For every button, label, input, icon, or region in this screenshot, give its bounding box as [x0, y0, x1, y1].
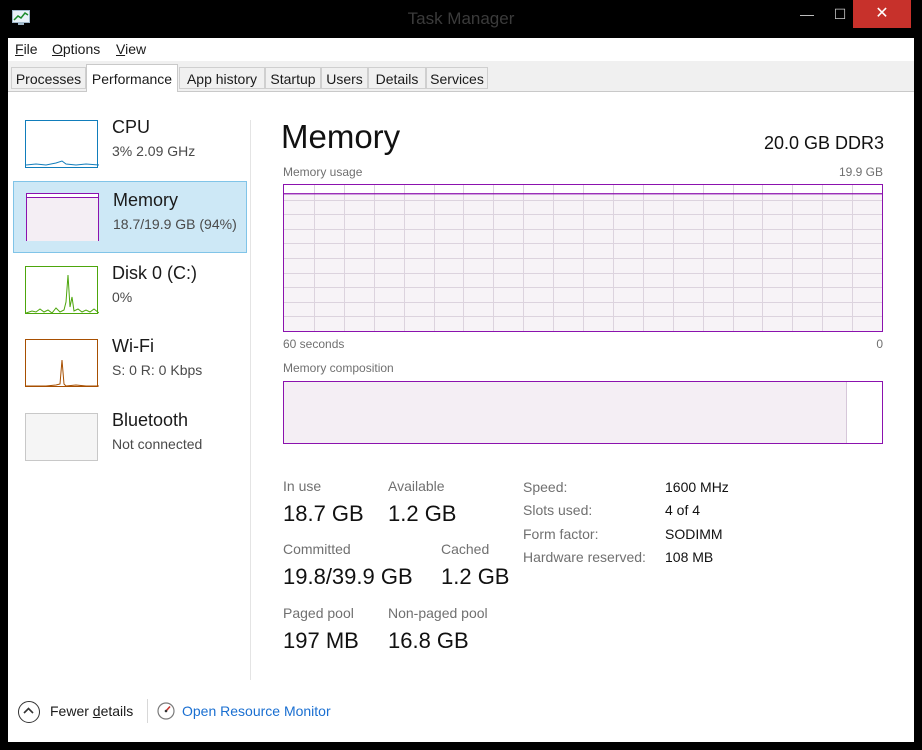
prop-form-factor-value: SODIMM: [665, 526, 723, 542]
prop-form-factor-label: Form factor:: [523, 526, 599, 542]
prop-slots-value: 4 of 4: [665, 502, 701, 518]
composition-label: Memory composition: [283, 361, 394, 375]
memory-mini-graph: [26, 193, 99, 241]
menu-bar: File Options View: [8, 38, 914, 61]
disk-mini-graph: [25, 266, 99, 314]
sidebar-item-title: Wi-Fi: [112, 336, 154, 356]
footer-separator: [147, 699, 148, 723]
tab-details[interactable]: Details: [368, 67, 426, 89]
prop-speed-value: 1600 MHz: [665, 479, 729, 495]
usage-graph-label: Memory usage: [283, 165, 363, 179]
sidebar-item-cpu[interactable]: CPU 3% 2.09 GHz: [13, 109, 247, 181]
memory-usage-grid: [284, 185, 882, 331]
menu-file[interactable]: File: [15, 41, 38, 57]
sidebar-item-subtitle: Not connected: [112, 436, 203, 452]
stat-paged-pool-label: Paged pool: [283, 605, 354, 621]
cpu-mini-graph: [25, 120, 99, 168]
usage-graph-max: 19.9 GB: [838, 165, 883, 179]
sidebar-item-memory[interactable]: Memory 18.7/19.9 GB (94%): [13, 181, 247, 253]
stat-in-use-value: 18.7 GB: [283, 501, 364, 526]
bluetooth-mini-graph: [25, 413, 98, 461]
stat-in-use-label: In use: [283, 478, 322, 494]
prop-hw-reserved-value: 108 MB: [665, 549, 714, 565]
stat-available-label: Available: [388, 478, 445, 494]
stat-available-value: 1.2 GB: [388, 501, 457, 526]
resource-monitor-icon: [157, 702, 175, 720]
time-axis-label: 60 seconds: [283, 337, 345, 351]
open-resource-monitor-link[interactable]: Open Resource Monitor: [182, 703, 331, 719]
menu-view[interactable]: View: [116, 41, 146, 57]
stat-cached-label: Cached: [441, 541, 490, 557]
memory-composition-bar: [283, 381, 883, 444]
stat-committed-label: Committed: [283, 541, 351, 557]
time-axis-min: 0: [876, 337, 883, 351]
stat-cached-value: 1.2 GB: [441, 564, 510, 589]
sidebar-item-wifi[interactable]: Wi-Fi S: 0 R: 0 Kbps: [13, 328, 247, 400]
sidebar-item-title: Bluetooth: [112, 410, 189, 430]
sidebar-item-title: Disk 0 (C:): [112, 263, 197, 283]
stat-paged-pool-value: 197 MB: [283, 628, 359, 653]
prop-hw-reserved-label: Hardware reserved:: [523, 549, 646, 565]
page-title: Memory: [281, 118, 401, 155]
tab-strip: Processes Performance App history Startu…: [8, 61, 914, 92]
sidebar-item-disk[interactable]: Disk 0 (C:) 0%: [13, 255, 247, 327]
maximize-button[interactable]: ☐: [827, 0, 853, 28]
memory-usage-graph: [283, 184, 883, 332]
stat-committed-value: 19.8/39.9 GB: [283, 564, 413, 589]
fewer-details-link[interactable]: Fewer details: [50, 703, 133, 719]
close-button[interactable]: ✕: [853, 0, 911, 28]
tab-performance[interactable]: Performance: [86, 64, 178, 92]
sidebar-item-subtitle: 3% 2.09 GHz: [112, 143, 196, 159]
window-title: Task Manager: [407, 9, 515, 28]
performance-panel: CPU 3% 2.09 GHz Memory 18.7/19.9 GB (94%…: [8, 92, 914, 682]
tab-app-history[interactable]: App history: [179, 67, 265, 89]
sidebar-item-title: Memory: [113, 190, 179, 210]
sidebar-item-bluetooth[interactable]: Bluetooth Not connected: [13, 402, 247, 474]
memory-spec: 20.0 GB DDR3: [763, 133, 884, 153]
sidebar-item-subtitle: 0%: [112, 289, 133, 305]
wifi-mini-graph: [25, 339, 99, 387]
tab-startup[interactable]: Startup: [265, 67, 321, 89]
sidebar-item-subtitle: S: 0 R: 0 Kbps: [112, 362, 203, 378]
menu-options[interactable]: Options: [52, 41, 100, 57]
minimize-button[interactable]: —: [787, 0, 827, 28]
composition-in-use: [284, 382, 848, 443]
title-bar: Task Manager — ☐ ✕: [0, 0, 922, 38]
tab-users[interactable]: Users: [321, 67, 368, 89]
tab-services[interactable]: Services: [426, 67, 488, 89]
prop-speed-label: Speed:: [523, 479, 568, 495]
stat-nonpaged-pool-label: Non-paged pool: [388, 605, 488, 621]
prop-slots-label: Slots used:: [523, 502, 593, 518]
sidebar-item-title: CPU: [112, 117, 151, 137]
tab-processes[interactable]: Processes: [11, 67, 86, 89]
stat-nonpaged-pool-value: 16.8 GB: [388, 628, 469, 653]
sidebar-item-subtitle: 18.7/19.9 GB (94%): [113, 216, 237, 232]
chevron-up-icon[interactable]: [18, 701, 40, 723]
window-client: File Options View Processes Performance …: [8, 38, 914, 742]
sidebar-divider: [250, 120, 251, 680]
footer: Fewer details Open Resource Monitor: [8, 684, 914, 742]
